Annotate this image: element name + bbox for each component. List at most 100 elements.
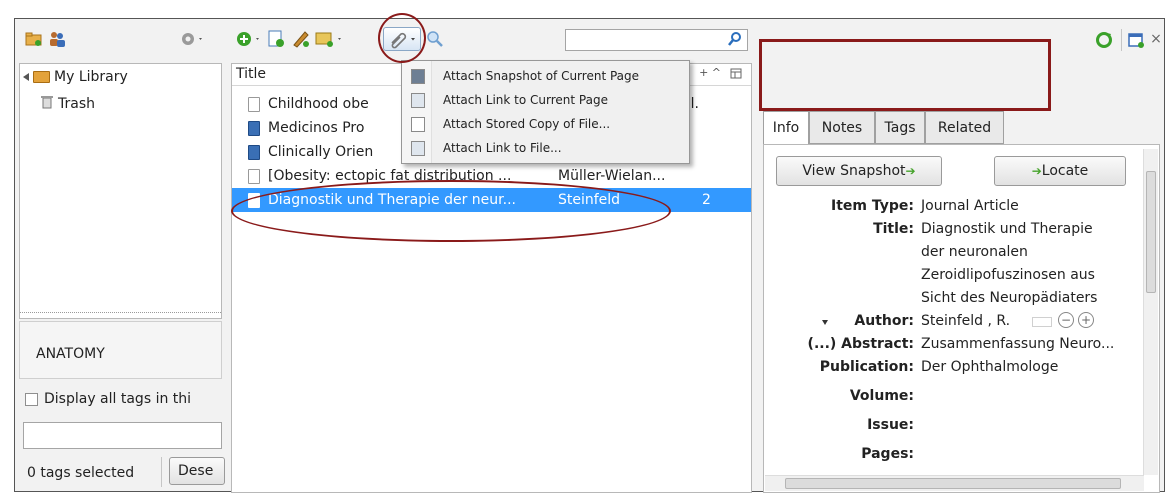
title-value-line[interactable]: Zeroidlipofuszinosen aus: [921, 264, 1095, 287]
trash-label: Trash: [58, 96, 95, 112]
field-label-row: Volume:: [764, 385, 914, 408]
tab-related[interactable]: Related: [925, 111, 1004, 144]
menu-item-label: Attach Stored Copy of File...: [443, 117, 611, 131]
field-label-row: Item Type:: [764, 195, 914, 218]
search-input[interactable]: [565, 29, 748, 51]
annotation-ellipse-selected-item: [231, 180, 671, 242]
horizontal-scrollbar[interactable]: [765, 475, 1144, 491]
tags-selected-count: 0 tags selected: [27, 465, 135, 481]
arrow-right-icon: ➔: [905, 164, 916, 178]
file-icon: [411, 116, 425, 132]
book-icon: [248, 144, 260, 160]
search-icon[interactable]: [727, 31, 743, 47]
tag-filter-input[interactable]: [23, 422, 222, 449]
author-label: Author:: [854, 313, 914, 329]
menu-item-label: Attach Snapshot of Current Page: [443, 69, 640, 83]
item-type-label: Item Type:: [831, 198, 914, 214]
tag-cloud: ANATOMY: [19, 321, 222, 379]
tab-notes[interactable]: Notes: [809, 111, 875, 144]
tag-footer-divider: [161, 457, 162, 487]
toolbar-divider: [1121, 29, 1122, 51]
column-picker-icon[interactable]: [729, 67, 743, 85]
field-label-row: Issue:: [764, 414, 914, 437]
title-value-line[interactable]: der neuronalen: [921, 241, 1028, 264]
field-label-row: Publication:: [764, 356, 914, 379]
field-label-row: Title:: [764, 218, 914, 241]
item-attachment-count: 2: [702, 192, 711, 208]
new-group-icon[interactable]: [47, 29, 67, 49]
item-type-value[interactable]: Journal Article: [921, 195, 1019, 218]
locate-button[interactable]: ➔ Locate: [994, 156, 1126, 186]
remove-author-icon[interactable]: −: [1058, 312, 1074, 328]
view-snapshot-button[interactable]: View Snapshot ➔: [776, 156, 942, 186]
add-by-identifier-icon[interactable]: [267, 29, 285, 49]
advanced-search-icon[interactable]: [425, 29, 445, 49]
item-pane: Info Notes Tags Related View Snapshot ➔ ➔…: [759, 63, 1164, 493]
title-value-line[interactable]: Diagnostik und Therapie: [921, 218, 1093, 241]
arrow-right-icon: ➔: [1031, 164, 1042, 178]
issue-label: Issue:: [867, 417, 914, 433]
sync-icon[interactable]: [1095, 31, 1113, 49]
new-note-icon[interactable]: [291, 29, 311, 49]
item-title: Childhood obe: [268, 96, 369, 112]
hscrollbar-thumb[interactable]: [785, 478, 1121, 489]
link-file-icon: [411, 140, 425, 156]
volume-label: Volume:: [849, 388, 914, 404]
view-snapshot-label: View Snapshot: [802, 163, 906, 179]
author-value[interactable]: Steinfeld , R.: [921, 310, 1010, 333]
publication-label: Publication:: [819, 359, 914, 375]
actions-gear-icon[interactable]: [179, 30, 205, 48]
display-all-label: Display all tags in thi: [44, 391, 192, 407]
creator-type-toggle[interactable]: [1032, 317, 1052, 327]
my-library-row[interactable]: My Library: [23, 69, 128, 85]
field-label-row: Pages:: [764, 443, 914, 466]
item-title: Clinically Orien: [268, 144, 374, 160]
title-label: Title:: [873, 221, 914, 237]
info-panel: View Snapshot ➔ ➔ Locate Item Type: Journa…: [763, 144, 1160, 493]
menu-item-label: Attach Link to File...: [443, 141, 562, 155]
abstract-label: (...) Abstract:: [807, 336, 914, 352]
library-folder-icon: [33, 71, 50, 83]
display-all-tags-option[interactable]: Display all tags in thi: [25, 391, 191, 407]
close-icon[interactable]: ×: [1149, 31, 1163, 47]
menu-item-attach-link-page[interactable]: Attach Link to Current Page: [402, 88, 689, 112]
locate-label: Locate: [1041, 163, 1089, 179]
new-collection-icon[interactable]: [25, 31, 43, 47]
deselect-all-button[interactable]: Dese: [169, 457, 225, 485]
menu-item-attach-stored-file[interactable]: Attach Stored Copy of File...: [402, 112, 689, 136]
field-label-row: Author:: [764, 310, 914, 333]
sort-indicator-icon[interactable]: + ^: [699, 66, 721, 79]
title-column-header[interactable]: Title: [236, 66, 266, 82]
scrollbar-thumb[interactable]: [1146, 171, 1156, 293]
title-value-line[interactable]: Sicht des Neuropädiaters: [921, 287, 1097, 310]
attach-menu: Attach Snapshot of Current Page Attach L…: [401, 60, 690, 164]
menu-item-label: Attach Link to Current Page: [443, 93, 608, 107]
pane-splitter[interactable]: [20, 312, 221, 318]
document-icon: [248, 168, 260, 184]
tab-info[interactable]: Info: [763, 111, 809, 145]
new-note-dropdown-icon[interactable]: [315, 29, 345, 49]
annotation-circle-attach: [378, 13, 426, 63]
new-item-icon[interactable]: [235, 29, 263, 49]
item-creator: Müller-Wielan...: [558, 168, 666, 184]
book-icon: [248, 120, 260, 136]
snapshot-icon: [411, 68, 425, 84]
trash-row[interactable]: Trash: [40, 94, 95, 114]
tab-tags[interactable]: Tags: [875, 111, 925, 144]
menu-item-attach-snapshot[interactable]: Attach Snapshot of Current Page: [402, 64, 689, 88]
collapse-icon[interactable]: [23, 73, 29, 81]
link-page-icon: [411, 92, 425, 108]
menu-item-attach-link-file[interactable]: Attach Link to File...: [402, 136, 689, 160]
document-icon: [248, 96, 260, 112]
fullscreen-icon[interactable]: [1127, 31, 1145, 49]
display-all-checkbox[interactable]: [25, 392, 38, 406]
item-fields: Item Type: Journal Article Title: Diagno…: [764, 195, 1144, 467]
add-author-icon[interactable]: +: [1078, 312, 1094, 328]
my-library-label: My Library: [54, 69, 128, 85]
collections-pane: My Library Trash: [19, 63, 222, 319]
annotation-rect-tabs: [759, 39, 1051, 111]
publication-value[interactable]: Der Ophthalmologe: [921, 356, 1058, 379]
vertical-scrollbar[interactable]: [1143, 149, 1158, 475]
tag-anatomy[interactable]: ANATOMY: [36, 346, 105, 362]
abstract-value[interactable]: Zusammenfassung Neuro...: [921, 333, 1114, 356]
